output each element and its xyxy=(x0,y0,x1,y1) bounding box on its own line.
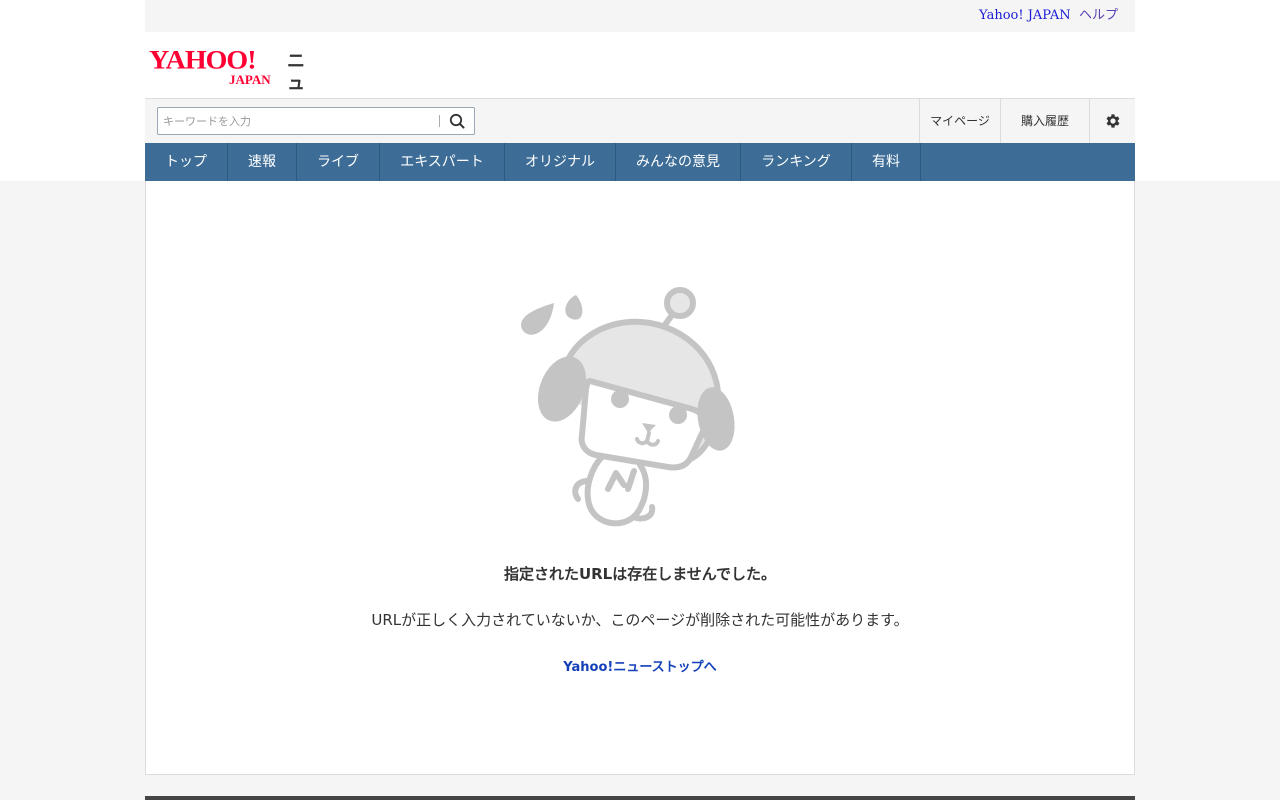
mypage-link[interactable]: マイページ xyxy=(919,99,1000,143)
nav-item-expert[interactable]: エキスパート xyxy=(380,143,505,181)
nav-item-paid[interactable]: 有料 xyxy=(852,143,921,181)
error-panel: 指定されたURLは存在しませんでした。 URLが正しく入力されていないか、このペ… xyxy=(145,181,1135,775)
error-description: URLが正しく入力されていないか、このページが削除された可能性があります。 xyxy=(371,611,909,629)
logo-japan-text: JAPAN xyxy=(229,72,271,87)
search-box xyxy=(157,107,475,135)
nav-item-breaking[interactable]: 速報 xyxy=(228,143,297,181)
utility-bar: Yahoo! JAPAN ヘルプ xyxy=(145,0,1135,32)
mascot-illustration xyxy=(521,287,735,527)
search-bar: マイページ 購入履歴 xyxy=(145,99,1135,143)
news-top-link[interactable]: Yahoo!ニューストップへ xyxy=(563,660,716,675)
nav-item-live[interactable]: ライブ xyxy=(297,143,380,181)
nav-item-opinion[interactable]: みんなの意見 xyxy=(616,143,741,181)
masthead: YAHOO! JAPAN ニュース xyxy=(145,32,1135,137)
settings-button[interactable] xyxy=(1089,99,1135,143)
search-input[interactable] xyxy=(158,108,439,134)
nav-item-ranking[interactable]: ランキング xyxy=(741,143,852,181)
search-divider xyxy=(439,115,440,127)
nav-item-original[interactable]: オリジナル xyxy=(505,143,616,181)
purchase-history-link[interactable]: 購入履歴 xyxy=(1000,99,1089,143)
logo-yahoo-text: YAHOO! xyxy=(149,45,257,76)
gear-icon xyxy=(1106,114,1119,128)
help-link[interactable]: ヘルプ xyxy=(1079,8,1118,24)
error-title: 指定されたURLは存在しませんでした。 xyxy=(503,565,777,583)
search-icon xyxy=(449,113,465,129)
yahoo-japan-link[interactable]: Yahoo! JAPAN xyxy=(979,8,1071,24)
header: Yahoo! JAPAN ヘルプ YAHOO! JAPAN ニュース マイページ… xyxy=(145,0,1135,181)
footer-bar xyxy=(145,796,1135,800)
nav-item-top[interactable]: トップ xyxy=(145,143,228,181)
header-links: マイページ 購入履歴 xyxy=(919,99,1135,143)
global-nav: トップ 速報 ライブ エキスパート オリジナル みんなの意見 ランキング 有料 xyxy=(145,143,1135,181)
search-button[interactable] xyxy=(447,112,467,130)
